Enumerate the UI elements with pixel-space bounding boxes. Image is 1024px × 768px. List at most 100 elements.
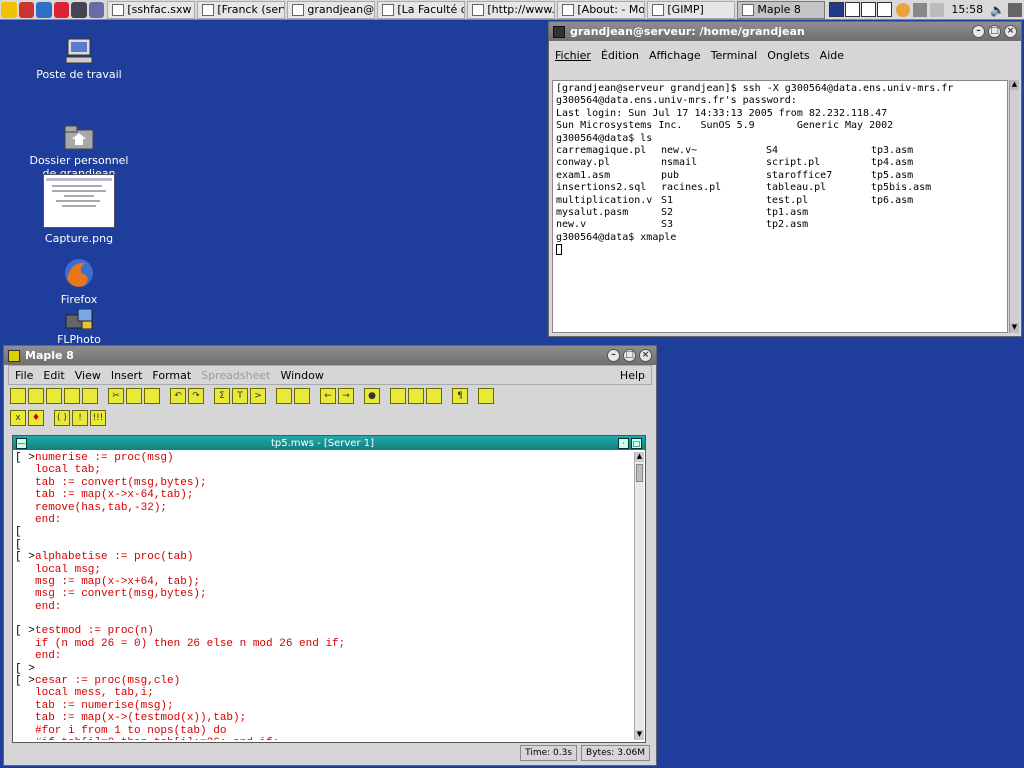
redo-icon[interactable]: ↷: [188, 388, 204, 404]
terminal-scrollbar[interactable]: ▲ ▼: [1009, 80, 1019, 333]
menu-onglets[interactable]: Onglets: [767, 49, 809, 62]
zoom-200-icon[interactable]: [426, 388, 442, 404]
user-icon[interactable]: [896, 2, 911, 17]
menu-fichier[interactable]: Fichier: [555, 49, 591, 62]
paste-icon[interactable]: [144, 388, 160, 404]
worksheet-line[interactable]: tab := numerise(msg);: [15, 700, 633, 712]
worksheet-titlebar[interactable]: — tp5.mws - [Server 1] · □: [13, 436, 645, 450]
maximize-icon[interactable]: □: [623, 349, 636, 362]
new-icon[interactable]: [10, 388, 26, 404]
worksheet-content[interactable]: [ > numerise := proc(msg) local tab; tab :=…: [15, 452, 633, 740]
worksheet-line[interactable]: end:: [15, 514, 633, 526]
worksheet-line[interactable]: #for i from 1 to nops(tab) do: [15, 725, 633, 737]
minimize-icon[interactable]: –: [607, 349, 620, 362]
taskbar-button[interactable]: Maple 8: [737, 0, 826, 19]
menu-affichage[interactable]: Affichage: [649, 49, 701, 62]
close-icon[interactable]: ×: [639, 349, 652, 362]
minimize-icon[interactable]: –: [972, 25, 985, 38]
worksheet-line[interactable]: local mess, tab,i;: [15, 687, 633, 699]
show-hidden-icon[interactable]: ¶: [452, 388, 468, 404]
desktop-icon-firefox[interactable]: Firefox: [24, 257, 134, 306]
worksheet-line[interactable]: msg := convert(msg,bytes);: [15, 588, 633, 600]
worksheet-line[interactable]: [ > cesar := proc(msg,cle): [15, 675, 633, 687]
menu-edition[interactable]: Édition: [601, 49, 639, 62]
network-icon[interactable]: [913, 2, 928, 17]
worksheet-line[interactable]: msg := map(x->x+64, tab);: [15, 576, 633, 588]
open-url-icon[interactable]: [46, 388, 62, 404]
terminal-launcher-icon[interactable]: [71, 1, 87, 18]
cut-icon[interactable]: ✂: [108, 388, 124, 404]
indent-icon[interactable]: [276, 388, 292, 404]
desktop-icon-computer[interactable]: Poste de travail: [24, 38, 134, 81]
worksheet-line[interactable]: local msg;: [15, 564, 633, 576]
forward-icon[interactable]: →: [338, 388, 354, 404]
worksheet-line[interactable]: [ > alphabetise := proc(tab): [15, 551, 633, 563]
worksheet-line[interactable]: [ > numerise := proc(msg): [15, 452, 633, 464]
taskbar-button[interactable]: [Franck (serveu: [197, 0, 286, 19]
home-launcher-icon[interactable]: [36, 1, 52, 18]
math-mode-icon[interactable]: x: [10, 410, 26, 426]
worksheet-line[interactable]: #if tab[i]=0 then tab[i]:=26; end if;: [15, 737, 633, 740]
taskbar-button[interactable]: [About: - Mozill: [557, 0, 646, 19]
workspace-4[interactable]: [877, 2, 893, 17]
worksheet-menu-icon[interactable]: —: [16, 437, 27, 449]
launcher-icon[interactable]: [18, 1, 35, 18]
scroll-thumb[interactable]: [636, 464, 643, 482]
desktop-icon-flphoto[interactable]: FLPhoto: [24, 308, 134, 346]
clock[interactable]: 15:58: [951, 3, 983, 16]
workspace-1[interactable]: [829, 2, 845, 17]
worksheet-line[interactable]: end:: [15, 650, 633, 662]
scroll-up-icon[interactable]: ▲: [635, 452, 644, 462]
workspace-3[interactable]: [861, 2, 877, 17]
menu-format[interactable]: Format: [152, 369, 191, 382]
taskbar-button[interactable]: [http://www.irc: [467, 0, 556, 19]
open-icon[interactable]: [28, 388, 44, 404]
outdent-icon[interactable]: [294, 388, 310, 404]
worksheet-line[interactable]: [: [15, 539, 633, 551]
menu-file[interactable]: File: [15, 369, 33, 382]
maple-leaf-icon[interactable]: ♦: [28, 410, 44, 426]
editor-launcher-icon[interactable]: [88, 1, 105, 18]
insert-math-icon[interactable]: Σ: [214, 388, 230, 404]
execute-icon[interactable]: !: [72, 410, 88, 426]
menu-terminal[interactable]: Terminal: [711, 49, 758, 62]
print-icon[interactable]: [82, 388, 98, 404]
terminal-titlebar[interactable]: grandjean@serveur: /home/grandjean – □ ×: [549, 22, 1021, 41]
undo-icon[interactable]: ↶: [170, 388, 186, 404]
toggle-execution-icon[interactable]: ( ): [54, 410, 70, 426]
worksheet-line[interactable]: [: [15, 526, 633, 538]
worksheet-line[interactable]: local tab;: [15, 464, 633, 476]
worksheet-line[interactable]: end:: [15, 601, 633, 613]
volume-icon[interactable]: 🔈: [990, 3, 1005, 17]
stop-icon[interactable]: ●: [364, 388, 380, 404]
maple-titlebar[interactable]: Maple 8 – □ ×: [4, 346, 656, 365]
restart-icon[interactable]: [478, 388, 494, 404]
desktop-icon-capture[interactable]: Capture.png: [24, 174, 134, 245]
taskbar-button[interactable]: grandjean@ser: [287, 0, 376, 19]
taskbar-button[interactable]: [La Faculté des: [377, 0, 466, 19]
scroll-down-icon[interactable]: ▼: [635, 730, 644, 740]
browser-launcher-icon[interactable]: [53, 1, 70, 18]
workspace-2[interactable]: [845, 2, 861, 17]
taskbar-button[interactable]: [GIMP]: [647, 0, 736, 19]
menu-insert[interactable]: Insert: [111, 369, 143, 382]
worksheet-minimize-icon[interactable]: ·: [618, 437, 629, 449]
menu-help[interactable]: Help: [620, 369, 645, 382]
back-icon[interactable]: ←: [320, 388, 336, 404]
worksheet-line[interactable]: [15, 613, 633, 625]
worksheet-line[interactable]: remove(has,tab,-32);: [15, 502, 633, 514]
taskbar-button[interactable]: [sshfac.sxw - O: [107, 0, 196, 19]
execute-all-icon[interactable]: !!!: [90, 410, 106, 426]
save-icon[interactable]: [64, 388, 80, 404]
satellite-icon[interactable]: [930, 2, 945, 17]
menu-edit[interactable]: Edit: [43, 369, 64, 382]
insert-text-icon[interactable]: T: [232, 388, 248, 404]
maximize-icon[interactable]: □: [988, 25, 1001, 38]
terminal-output[interactable]: [grandjean@serveur grandjean]$ ssh -X g3…: [552, 80, 1008, 333]
worksheet-line[interactable]: [ > testmod := proc(n): [15, 625, 633, 637]
menu-aide[interactable]: Aide: [820, 49, 844, 62]
worksheet-window[interactable]: — tp5.mws - [Server 1] · □ [ > numerise :…: [12, 435, 646, 743]
zoom-100-icon[interactable]: [390, 388, 406, 404]
worksheet-scrollbar[interactable]: ▲ ▼: [634, 452, 644, 740]
insert-prompt-icon[interactable]: >: [250, 388, 266, 404]
